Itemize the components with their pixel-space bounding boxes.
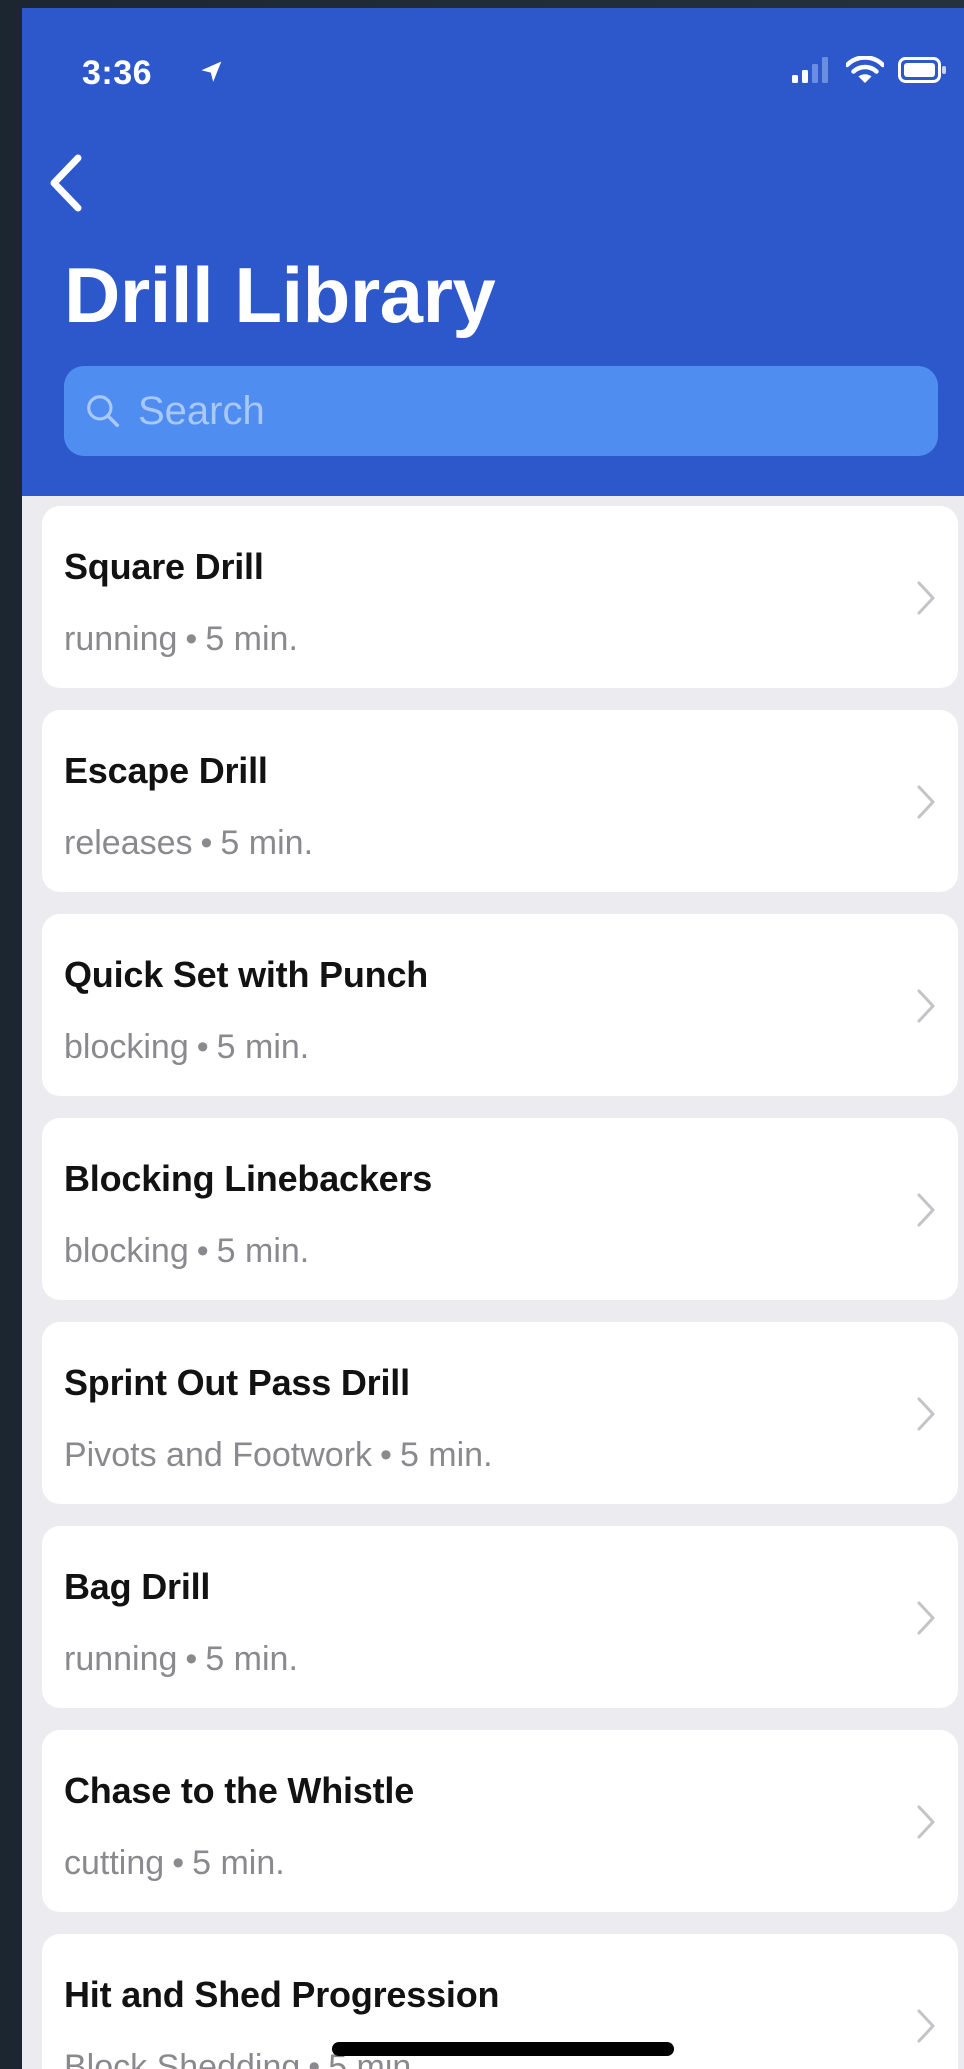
drill-name: Chase to the Whistle — [64, 1770, 415, 1811]
drill-name: Blocking Linebackers — [64, 1158, 433, 1199]
drill-duration: 5 min. — [216, 1232, 310, 1270]
drill-meta: releases • 5 min. — [64, 824, 313, 863]
chevron-right-icon — [917, 1397, 935, 1431]
search-icon — [87, 395, 119, 427]
drill-category: cutting — [64, 1844, 165, 1882]
drill-meta: Pivots and Footwork • 5 min. — [64, 1436, 493, 1475]
chevron-right-icon — [917, 581, 935, 615]
drill-list-item[interactable]: Escape Drill releases • 5 min. — [42, 710, 958, 892]
separator-dot: • — [308, 2048, 321, 2069]
chevron-right-icon — [917, 1601, 935, 1635]
drill-duration: 5 min. — [205, 1640, 298, 1678]
drill-category: running — [64, 620, 178, 658]
header: 3:36 Drill Library Search — [22, 8, 964, 496]
drill-category: running — [64, 1640, 178, 1678]
drill-name: Bag Drill — [64, 1566, 211, 1607]
drill-category: blocking — [64, 1232, 189, 1270]
search-input[interactable] — [138, 366, 918, 456]
drill-name: Quick Set with Punch — [64, 954, 429, 995]
drill-list-item[interactable]: Sprint Out Pass Drill Pivots and Footwork… — [42, 1322, 958, 1504]
separator-dot: • — [380, 1436, 392, 1474]
drill-meta: cutting • 5 min. — [64, 1844, 285, 1883]
home-indicator[interactable] — [332, 2042, 674, 2056]
drill-meta: running • 5 min. — [64, 620, 298, 659]
location-arrow-icon — [201, 61, 222, 82]
drill-name: Sprint Out Pass Drill — [64, 1362, 410, 1403]
drill-list-item[interactable]: Bag Drill running • 5 min. — [42, 1526, 958, 1708]
drill-meta: running • 5 min. — [64, 1640, 298, 1679]
chevron-right-icon — [917, 989, 935, 1023]
separator-dot: • — [172, 1844, 185, 1882]
drill-category: releases — [64, 824, 193, 862]
drill-category: Pivots and Footwork — [64, 1436, 373, 1474]
back-chevron-icon[interactable] — [40, 148, 100, 218]
separator-dot: • — [196, 1028, 209, 1066]
drill-list-item[interactable]: Quick Set with Punch blocking • 5 min. — [42, 914, 958, 1096]
status-time: 3:36 — [82, 54, 153, 92]
drill-duration: 5 min. — [220, 824, 314, 862]
chevron-right-icon — [917, 1193, 935, 1227]
drill-duration: 5 min. — [205, 620, 298, 658]
drill-duration: 5 min. — [192, 1844, 285, 1882]
drill-category: Block Shedding — [64, 2048, 301, 2069]
drill-category: blocking — [64, 1028, 189, 1066]
drill-list: Square Drill running • 5 min. Escape Drill re… — [42, 506, 958, 2069]
drill-name: Hit and Shed Progression — [64, 1974, 500, 2015]
chevron-right-icon — [917, 2009, 935, 2043]
separator-dot: • — [185, 620, 198, 658]
drill-list-item[interactable]: Chase to the Whistle cutting • 5 min. — [42, 1730, 958, 1912]
screen-background: 3:36 Drill Library Search Square Drill r… — [0, 0, 964, 2069]
wifi-icon — [846, 56, 884, 83]
drill-meta: blocking • 5 min. — [64, 1028, 309, 1067]
drill-list-item[interactable]: Blocking Linebackers blocking • 5 min. — [42, 1118, 958, 1300]
battery-icon — [898, 57, 946, 83]
drill-name: Escape Drill — [64, 750, 268, 791]
drill-duration: 5 min. — [216, 1028, 310, 1066]
status-icons — [792, 56, 948, 84]
chevron-right-icon — [917, 1805, 935, 1839]
separator-dot: • — [185, 1640, 198, 1678]
page-title: Drill Library — [64, 251, 496, 339]
drill-name: Square Drill — [64, 546, 264, 587]
search-bar[interactable] — [64, 366, 938, 456]
separator-dot: • — [200, 824, 213, 862]
drill-list-item[interactable]: Square Drill running • 5 min. — [42, 506, 958, 688]
drill-meta: blocking • 5 min. — [64, 1232, 309, 1271]
drill-duration: 5 min. — [399, 1436, 493, 1474]
phone-screen: 3:36 Drill Library Search Square Drill r… — [22, 8, 964, 2069]
separator-dot: • — [196, 1232, 209, 1270]
signal-icon — [792, 57, 828, 83]
chevron-right-icon — [917, 785, 935, 819]
